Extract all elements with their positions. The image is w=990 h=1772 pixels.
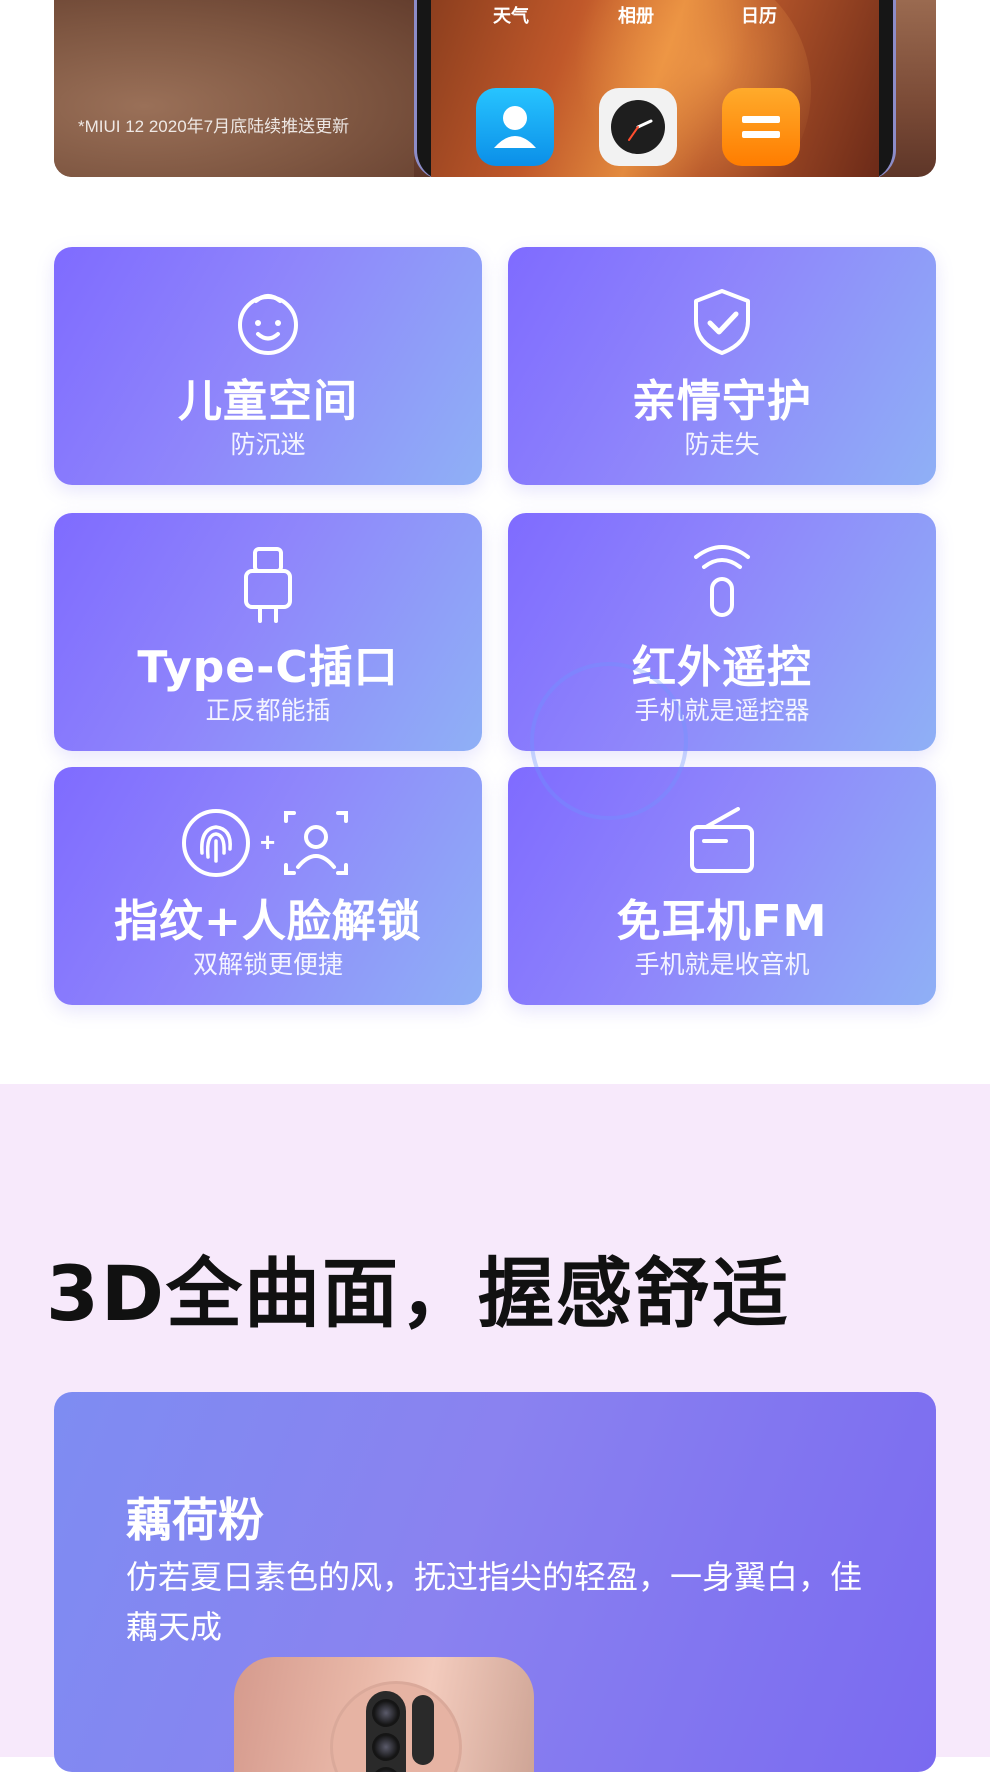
feature-subtitle: 正反都能插 [205, 696, 331, 725]
feature-title: 亲情守护 [632, 376, 812, 427]
hero-banner: *MIUI 12 2020年7月底陆续推送更新 天气 相册 日历 [54, 0, 936, 177]
feature-card-unlock[interactable]: + 指纹+人脸解锁 双解锁更便捷 [54, 767, 482, 1005]
child-face-icon [54, 287, 482, 357]
feature-title: 免耳机FM [616, 896, 828, 947]
clock-icon [599, 88, 677, 166]
camera-secondary-module [412, 1695, 434, 1765]
camera-bump [330, 1681, 462, 1772]
phone-screen: 天气 相册 日历 [431, 0, 879, 177]
section-title: 3D全曲面，握感舒适 [46, 1249, 790, 1338]
watermark-seal [530, 662, 688, 820]
feature-subtitle: 防沉迷 [230, 430, 306, 459]
camera-lens-icon [372, 1767, 400, 1772]
feature-subtitle: 手机就是收音机 [634, 950, 810, 979]
feature-title: 儿童空间 [178, 376, 358, 427]
curved-screen-section: 3D全曲面，握感舒适 藕荷粉 仿若夏日素色的风，抚过指尖的轻盈，一身翼白，佳藕天… [0, 1084, 990, 1772]
contacts-icon [476, 88, 554, 166]
camera-module [366, 1691, 406, 1772]
feature-card-type-c[interactable]: Type-C插口 正反都能插 [54, 513, 482, 751]
color-variant-card: 藕荷粉 仿若夏日素色的风，抚过指尖的轻盈，一身翼白，佳藕天成 [54, 1392, 936, 1772]
notes-icon [722, 88, 800, 166]
feature-card-kids-space[interactable]: 儿童空间 防沉迷 [54, 247, 482, 485]
phone-mockup: 天气 相册 日历 [414, 0, 896, 177]
feature-card-family-guard[interactable]: 亲情守护 防走失 [508, 247, 936, 485]
app-label-gallery: 相册 [618, 6, 654, 27]
update-note: *MIUI 12 2020年7月底陆续推送更新 [78, 117, 350, 136]
feature-title: Type-C插口 [137, 642, 399, 693]
usb-c-plug-icon [54, 547, 482, 623]
radio-icon [508, 807, 936, 877]
app-label-weather: 天气 [493, 6, 529, 27]
feature-subtitle: 防走失 [684, 430, 760, 459]
feature-title: 指纹+人脸解锁 [114, 896, 422, 947]
hero-background: *MIUI 12 2020年7月底陆续推送更新 [54, 0, 414, 177]
phone-back-image [234, 1657, 534, 1772]
app-label-calendar: 日历 [741, 6, 777, 27]
fingerprint-face-icon: + [54, 807, 482, 877]
plus-sign: + [260, 827, 275, 857]
infrared-remote-icon [508, 545, 936, 623]
feature-grid: 儿童空间 防沉迷 亲情守护 防走失 Type-C插口 正反都能插 红外遥控 手机… [54, 247, 936, 1007]
color-name: 藕荷粉 [126, 1493, 264, 1547]
shield-check-icon [508, 287, 936, 357]
camera-lens-icon [372, 1699, 400, 1727]
color-description: 仿若夏日素色的风，抚过指尖的轻盈，一身翼白，佳藕天成 [126, 1558, 863, 1646]
feature-subtitle: 双解锁更便捷 [192, 950, 343, 979]
